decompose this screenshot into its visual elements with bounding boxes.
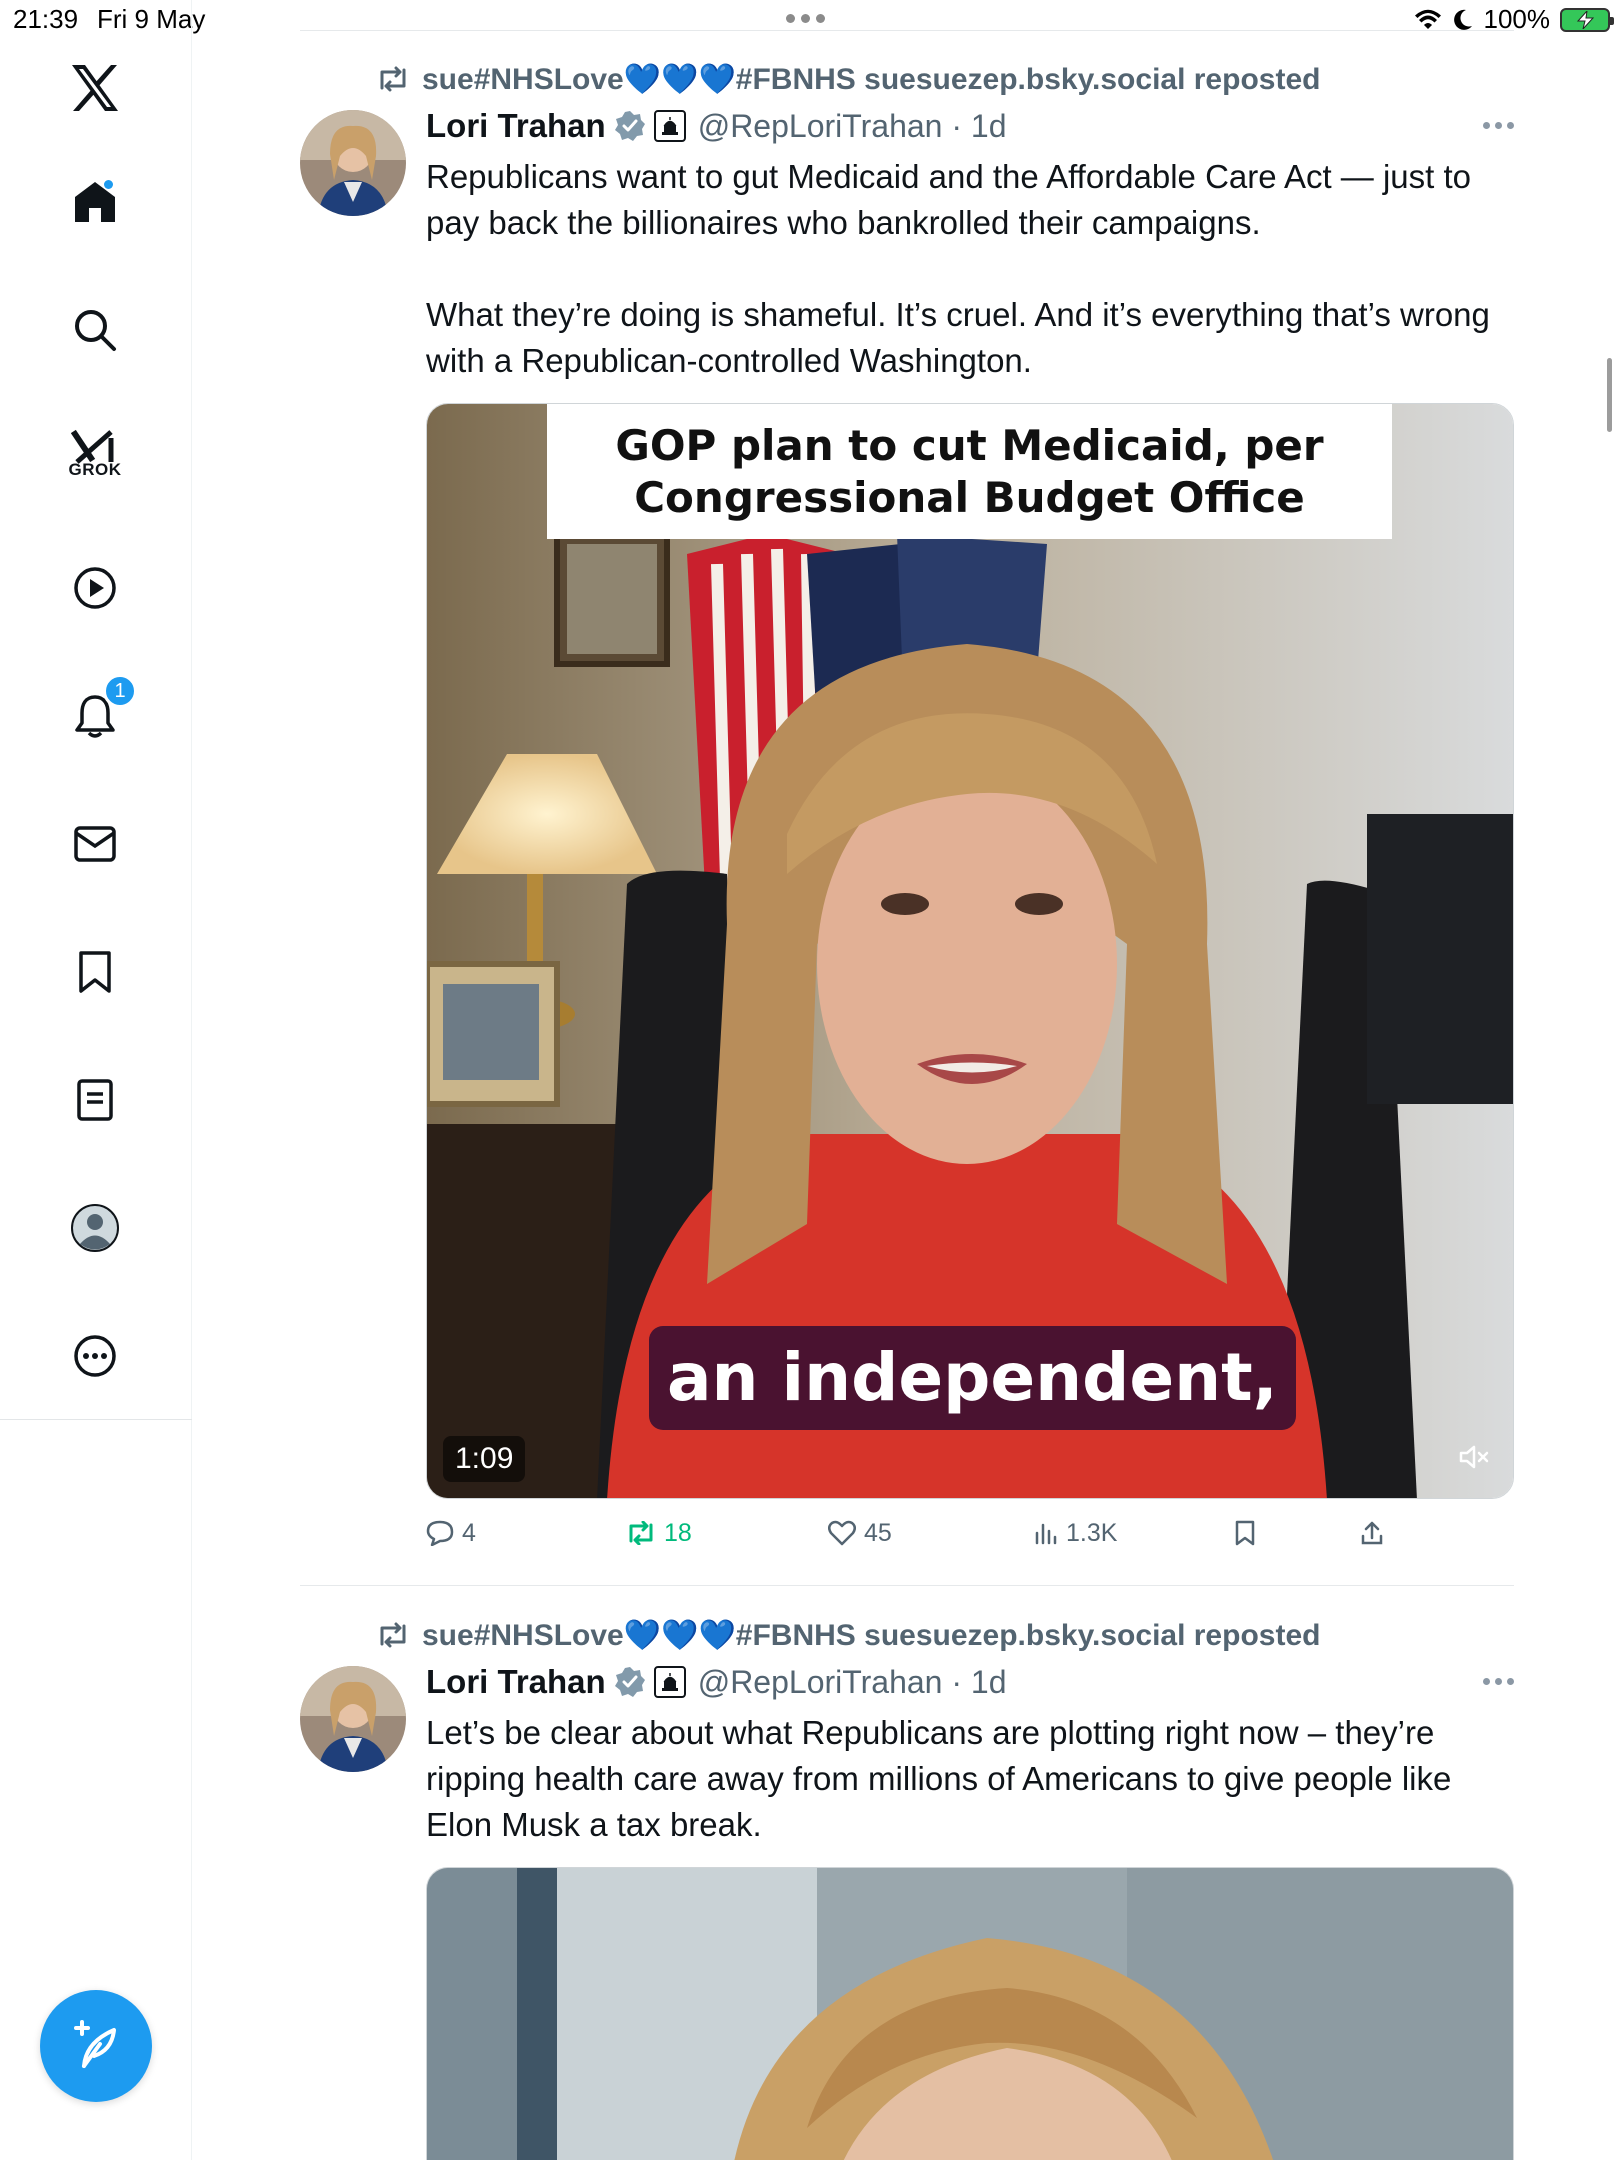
repost-icon bbox=[380, 66, 406, 92]
post-more-button[interactable] bbox=[1483, 122, 1514, 129]
scrollbar[interactable] bbox=[1607, 358, 1612, 432]
author-handle-time[interactable]: @RepLoriTrahan · 1d bbox=[698, 1664, 1007, 1701]
post-video[interactable]: GOP plan to cut Medicaid, per Congressio… bbox=[426, 403, 1514, 1499]
sidebar: GROK 1 bbox=[0, 0, 192, 2160]
search-icon[interactable] bbox=[67, 302, 123, 358]
author-avatar[interactable] bbox=[300, 110, 406, 216]
wifi-icon bbox=[1414, 9, 1441, 29]
author-handle-time[interactable]: @RepLoriTrahan · 1d bbox=[698, 108, 1007, 145]
government-affiliate-icon bbox=[653, 110, 686, 142]
author-avatar[interactable] bbox=[300, 1666, 406, 1772]
post-video[interactable] bbox=[426, 1867, 1514, 2160]
reply-button[interactable]: 4 bbox=[426, 1510, 476, 1556]
verified-badge-icon bbox=[614, 111, 645, 141]
views-icon bbox=[1035, 1523, 1057, 1545]
repost-label[interactable]: sue#NHSLove💙💙💙#FBNHS suesuezep.bsky.soci… bbox=[422, 62, 1320, 97]
post-text: Let’s be clear about what Republicans ar… bbox=[426, 1710, 1506, 1848]
like-button[interactable]: 45 bbox=[828, 1510, 892, 1556]
repost-line: sue#NHSLove💙💙💙#FBNHS suesuezep.bsky.soci… bbox=[376, 59, 1320, 99]
messages-icon[interactable] bbox=[67, 816, 123, 872]
verified-badge-icon bbox=[614, 1667, 645, 1697]
home-unread-dot bbox=[104, 180, 113, 189]
home-icon[interactable] bbox=[67, 174, 123, 230]
post-2[interactable]: sue#NHSLove💙💙💙#FBNHS suesuezep.bsky.soci… bbox=[300, 1615, 1514, 2160]
video-title-overlay: GOP plan to cut Medicaid, per Congressio… bbox=[547, 404, 1392, 539]
post-1[interactable]: sue#NHSLove💙💙💙#FBNHS suesuezep.bsky.soci… bbox=[300, 59, 1514, 1547]
post-header: Lori Trahan @RepLoriTrahan · 1d bbox=[426, 1660, 1006, 1704]
government-affiliate-icon bbox=[653, 1666, 686, 1698]
post-text-paragraph: Republicans want to gut Medicaid and the… bbox=[426, 158, 1472, 241]
share-icon bbox=[1361, 1521, 1383, 1545]
grok-label: GROK bbox=[68, 460, 122, 479]
sidebar-divider bbox=[0, 1419, 192, 1420]
moon-icon bbox=[1453, 9, 1472, 30]
post-more-button[interactable] bbox=[1483, 1678, 1514, 1685]
compose-feather-icon bbox=[74, 2020, 116, 2068]
video-duration: 1:09 bbox=[443, 1436, 526, 1482]
repost-line: sue#NHSLove💙💙💙#FBNHS suesuezep.bsky.soci… bbox=[376, 1615, 1320, 1655]
share-button[interactable] bbox=[1360, 1510, 1384, 1556]
view-count: 1.3K bbox=[1066, 1518, 1118, 1547]
post-actions: 4 18 45 1.3K bbox=[426, 1510, 1514, 1556]
video-title-line1: GOP plan to cut Medicaid, per bbox=[615, 420, 1324, 470]
video-title-line2: Congressional Budget Office bbox=[634, 472, 1305, 522]
profile-icon[interactable] bbox=[67, 1200, 123, 1256]
status-bar: 21:39 Fri 9 May 100% bbox=[0, 0, 1620, 40]
mute-button[interactable] bbox=[1459, 1444, 1489, 1475]
heart-icon bbox=[828, 1520, 856, 1546]
repost-count: 18 bbox=[664, 1518, 692, 1547]
grok-icon[interactable]: GROK bbox=[67, 420, 123, 479]
video-icon[interactable] bbox=[67, 560, 123, 616]
post-text-paragraph: What they’re doing is shameful. It’s cru… bbox=[426, 296, 1490, 379]
video-frame bbox=[427, 1868, 1513, 2160]
repost-button[interactable]: 18 bbox=[626, 1510, 692, 1556]
repost-icon bbox=[380, 1622, 406, 1648]
post-text-paragraph: Let’s be clear about what Republicans ar… bbox=[426, 1714, 1452, 1843]
post-text: Republicans want to gut Medicaid and the… bbox=[426, 154, 1506, 384]
lists-icon[interactable] bbox=[67, 1072, 123, 1128]
repost-label[interactable]: sue#NHSLove💙💙💙#FBNHS suesuezep.bsky.soci… bbox=[422, 1618, 1320, 1653]
feed-top-divider bbox=[300, 30, 1514, 31]
video-subtitle: an independent, bbox=[649, 1326, 1296, 1430]
author-name[interactable]: Lori Trahan bbox=[426, 107, 606, 145]
repost-icon bbox=[629, 1521, 653, 1545]
bookmark-icon bbox=[1235, 1520, 1255, 1546]
views-button[interactable]: 1.3K bbox=[1034, 1510, 1117, 1556]
muted-speaker-icon bbox=[1459, 1445, 1489, 1469]
compose-post-button[interactable] bbox=[40, 1990, 152, 2102]
bookmark-button[interactable] bbox=[1234, 1510, 1256, 1556]
post-divider bbox=[300, 1585, 1514, 1586]
like-count: 45 bbox=[864, 1518, 892, 1547]
notifications-icon[interactable]: 1 bbox=[67, 674, 137, 744]
x-logo-icon[interactable] bbox=[67, 60, 123, 116]
reply-icon bbox=[426, 1520, 454, 1546]
author-name[interactable]: Lori Trahan bbox=[426, 1663, 606, 1701]
reply-count: 4 bbox=[462, 1518, 476, 1547]
post-header: Lori Trahan @RepLoriTrahan · 1d bbox=[426, 104, 1006, 148]
notification-badge: 1 bbox=[103, 674, 137, 708]
multitasking-handle[interactable] bbox=[786, 14, 825, 23]
battery-icon bbox=[1560, 7, 1614, 32]
more-icon[interactable] bbox=[67, 1328, 123, 1384]
bookmarks-icon[interactable] bbox=[67, 944, 123, 1000]
